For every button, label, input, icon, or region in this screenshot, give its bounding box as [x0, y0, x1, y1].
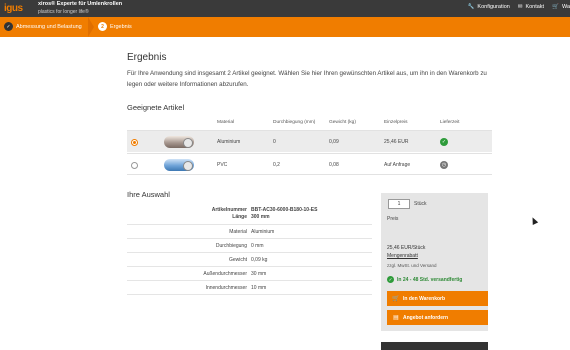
- detail-value: BBT-AC30-6000-B180-10-ES 300 mm: [251, 207, 318, 220]
- step-divider-icon: [88, 17, 94, 37]
- top-bar: igus xiros® Experte für Umlenkrollen pla…: [0, 0, 570, 17]
- detail-key: Material: [229, 229, 247, 235]
- availability-text: In 24 - 48 Std. versandfertig: [397, 276, 463, 283]
- detail-key: Gewicht: [228, 257, 247, 263]
- radio-pvc[interactable]: [131, 162, 138, 169]
- nav-konfiguration[interactable]: 🔧 Konfiguration: [468, 4, 510, 10]
- step-label: Ergebnis: [110, 23, 132, 30]
- cell-material: Aluminium: [217, 139, 241, 145]
- cell-weight: 0,09: [329, 139, 339, 145]
- nav-label: Wa: [561, 4, 570, 10]
- price-label: Preis: [387, 216, 399, 222]
- detail-row: Außendurchmesser 30 mm: [127, 267, 372, 281]
- roller-image: [164, 159, 194, 171]
- step-label: Abmessung und Belastung: [16, 23, 82, 30]
- detail-value: 0,09 kg: [251, 257, 268, 263]
- intro-text: Für Ihre Anwendung sind insgesamt 2 Arti…: [127, 70, 487, 88]
- request-quote-button[interactable]: ▤ Angebot anfordern: [387, 310, 488, 325]
- clock-icon: ◷: [440, 161, 448, 169]
- detail-row: Gewicht 0,09 kg: [127, 253, 372, 267]
- add-to-cart-button[interactable]: 🛒 In den Warenkorb: [387, 291, 488, 306]
- tools-icon: 🔧: [467, 4, 475, 10]
- availability: ✓ In 24 - 48 Std. versandfertig: [387, 276, 462, 283]
- table-row[interactable]: Aluminium 0 0,09 25,46 EUR ✓: [127, 130, 492, 152]
- document-icon: ▤: [393, 315, 399, 321]
- shipping-note: zzgl. MwSt. und Versand: [387, 263, 437, 268]
- button-label: Angebot anfordern: [403, 314, 448, 321]
- detail-row: Artikelnummer Länge BBT-AC30-6000-B180-1…: [127, 205, 372, 225]
- radio-aluminium[interactable]: [131, 139, 138, 146]
- quantity-unit: Stück: [414, 201, 427, 207]
- app-subtitle: plastics for longer life®: [38, 9, 89, 15]
- step-bar: ✓ Abmessung und Belastung 2 Ergebnis: [0, 17, 570, 37]
- detail-row: Material Aluminium: [127, 225, 372, 239]
- col-deflection: Durchbiegung (mm): [273, 120, 316, 125]
- unit-price: 25,46 EUR/Stück: [387, 245, 426, 251]
- detail-key: Durchbiegung: [215, 243, 247, 249]
- cart-icon: 🛒: [392, 296, 400, 302]
- cell-material: PVC: [217, 162, 228, 168]
- section-suitable-title: Geeignete Artikel: [127, 103, 185, 112]
- top-nav: 🔧 Konfiguration ✉ Kontakt 🛒 Wa: [468, 4, 570, 10]
- igus-logo[interactable]: igus: [4, 3, 23, 14]
- cell-weight: 0,08: [329, 162, 339, 168]
- detail-value: 30 mm: [251, 271, 267, 277]
- detail-key: Artikelnummer Länge: [211, 207, 247, 220]
- cart-icon: 🛒: [552, 4, 559, 10]
- detail-key: Außendurchmesser: [203, 271, 247, 277]
- cell-deflection: 0,2: [273, 162, 280, 168]
- cell-deflection: 0: [273, 139, 276, 145]
- step-dimensions[interactable]: ✓ Abmessung und Belastung: [4, 22, 82, 31]
- quantity-input[interactable]: 1: [388, 199, 410, 209]
- table-row[interactable]: PVC 0,2 0,08 Auf Anfrage ◷: [127, 153, 492, 175]
- page-title: Ergebnis: [127, 52, 167, 63]
- volume-discount-link[interactable]: Mengenrabatt: [387, 253, 418, 259]
- nav-warenkorb[interactable]: 🛒 Wa: [552, 4, 570, 10]
- detail-value: 10 mm: [251, 285, 267, 291]
- nav-kontakt[interactable]: ✉ Kontakt: [518, 4, 544, 10]
- step-number: 2: [98, 22, 107, 31]
- roller-image: [164, 136, 194, 148]
- col-weight: Gewicht (kg): [329, 120, 356, 125]
- cell-price: 25,46 EUR: [384, 139, 409, 145]
- secondary-button[interactable]: [381, 342, 488, 350]
- col-material: Material: [217, 120, 235, 125]
- detail-value: 0 mm: [251, 243, 264, 249]
- button-label: In den Warenkorb: [403, 295, 446, 302]
- nav-label: Konfiguration: [477, 4, 510, 10]
- detail-row: Durchbiegung 0 mm: [127, 239, 372, 253]
- app-title: xiros® Experte für Umlenkrollen: [38, 1, 123, 7]
- detail-value: Aluminium: [251, 229, 275, 235]
- detail-key: Innendurchmesser: [205, 285, 247, 291]
- check-icon: ✓: [4, 22, 13, 31]
- mouse-cursor-icon: [529, 216, 539, 225]
- check-icon: ✓: [440, 138, 448, 146]
- nav-label: Kontakt: [525, 4, 545, 10]
- order-panel: 1 Stück Preis 25,46 EUR/Stück Mengenraba…: [381, 193, 488, 331]
- detail-row: Innendurchmesser 10 mm: [127, 281, 372, 295]
- cell-price: Auf Anfrage: [384, 162, 411, 168]
- step-result[interactable]: 2 Ergebnis: [98, 22, 132, 31]
- check-icon: ✓: [387, 276, 394, 283]
- col-delivery: Lieferzeit: [440, 120, 460, 125]
- section-choice-title: Ihre Auswahl: [127, 190, 170, 199]
- mail-icon: ✉: [517, 4, 523, 10]
- table-header: Material Durchbiegung (mm) Gewicht (kg) …: [127, 120, 492, 128]
- col-price: Einzelpreis: [384, 120, 408, 125]
